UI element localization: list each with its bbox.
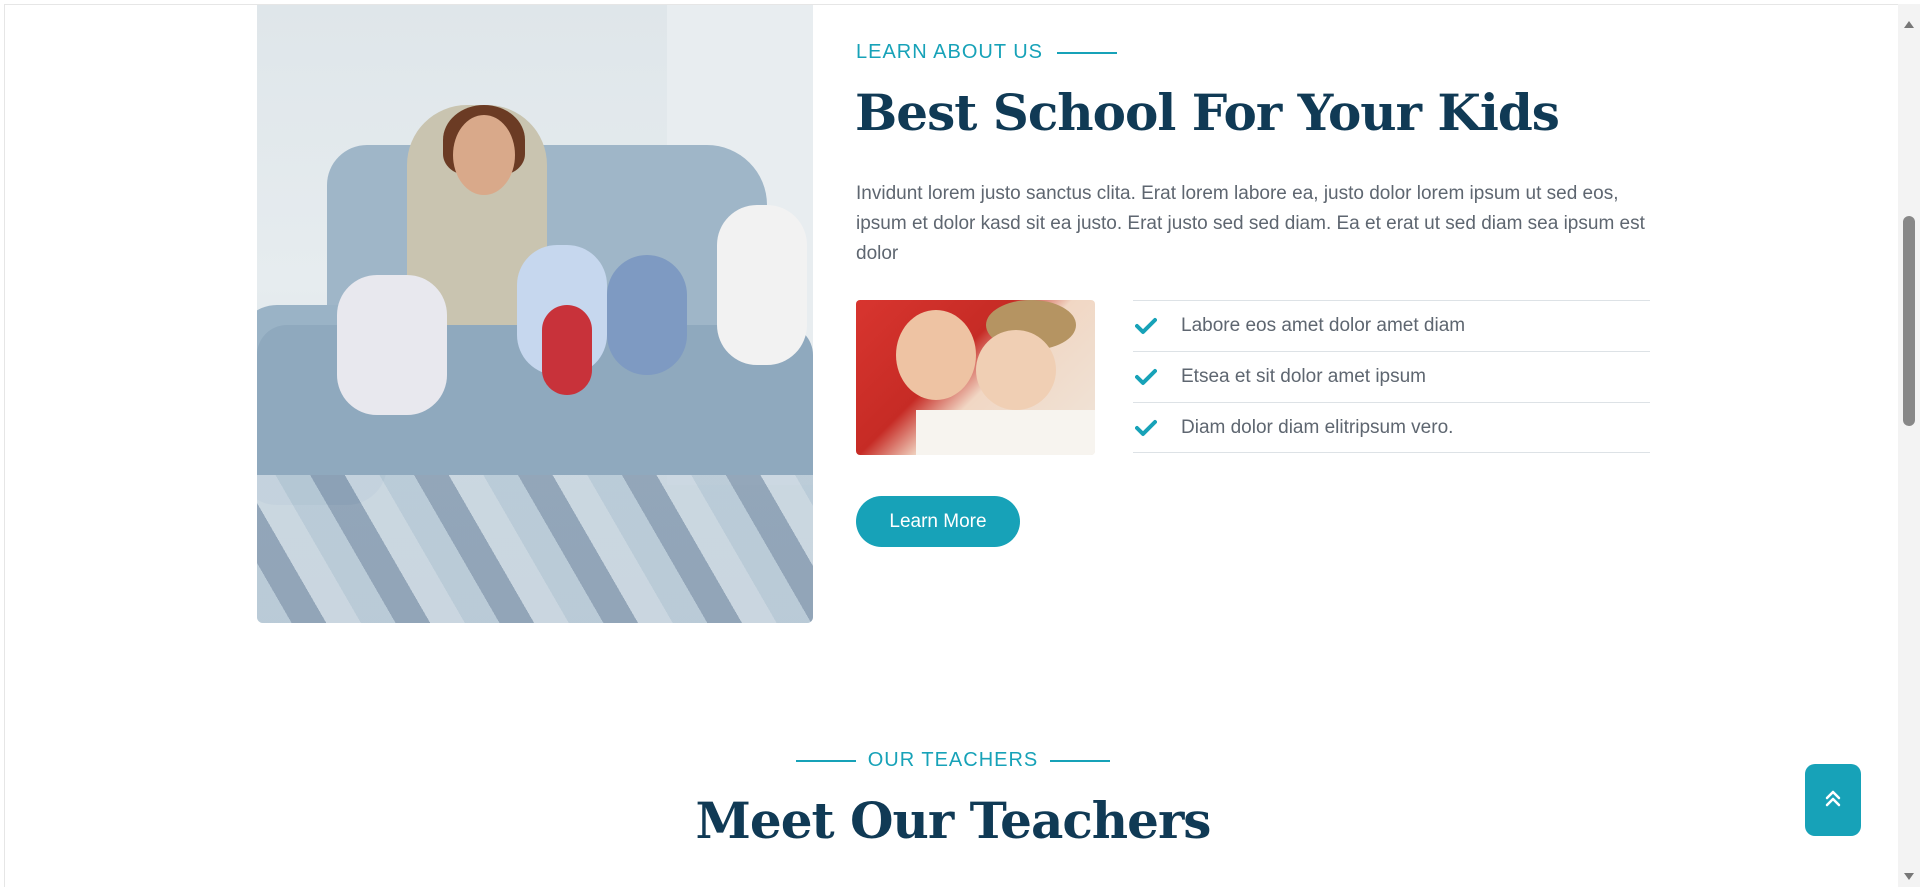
- check-icon: [1133, 317, 1159, 335]
- kids-drawing-photo: [856, 300, 1095, 455]
- teachers-eyebrow: OUR TEACHERS: [5, 749, 1900, 772]
- teachers-eyebrow-text: OUR TEACHERS: [867, 749, 1039, 771]
- feature-checklist: Labore eos amet dolor amet diam Etsea et…: [1133, 300, 1650, 453]
- eyebrow-line: [1057, 51, 1118, 54]
- learn-more-button[interactable]: Learn More: [856, 496, 1020, 547]
- scroll-down-arrow-icon[interactable]: [1903, 867, 1915, 880]
- scrollbar-thumb[interactable]: [1903, 216, 1915, 426]
- about-title: Best School For Your Kids: [855, 83, 1560, 142]
- teachers-title: Meet Our Teachers: [695, 791, 1212, 850]
- list-item-label: Diam dolor diam elitripsum vero.: [1181, 416, 1454, 438]
- check-icon: [1133, 419, 1159, 437]
- list-item: Labore eos amet dolor amet diam: [1133, 300, 1650, 351]
- scroll-up-arrow-icon[interactable]: [1903, 14, 1915, 28]
- page-viewport: LEARN ABOUT US Best School For Your Kids…: [4, 4, 1900, 887]
- list-item-label: Labore eos amet dolor amet diam: [1181, 315, 1466, 336]
- family-sofa-photo: [257, 5, 813, 623]
- double-chevron-up-icon: [1825, 788, 1841, 812]
- eyebrow-line: [1050, 759, 1111, 762]
- back-to-top-button[interactable]: [1805, 764, 1861, 836]
- about-description: Invidunt lorem justo sanctus clita. Erat…: [856, 183, 1645, 264]
- about-eyebrow: LEARN ABOUT US: [856, 41, 1118, 64]
- list-item: Etsea et sit dolor amet ipsum: [1133, 351, 1650, 402]
- list-item-label: Etsea et sit dolor amet ipsum: [1181, 366, 1426, 387]
- about-eyebrow-text: LEARN ABOUT US: [856, 41, 1044, 63]
- check-icon: [1133, 368, 1159, 386]
- vertical-scrollbar[interactable]: [1898, 4, 1920, 887]
- eyebrow-line: [795, 759, 856, 762]
- list-item: Diam dolor diam elitripsum vero.: [1133, 402, 1650, 453]
